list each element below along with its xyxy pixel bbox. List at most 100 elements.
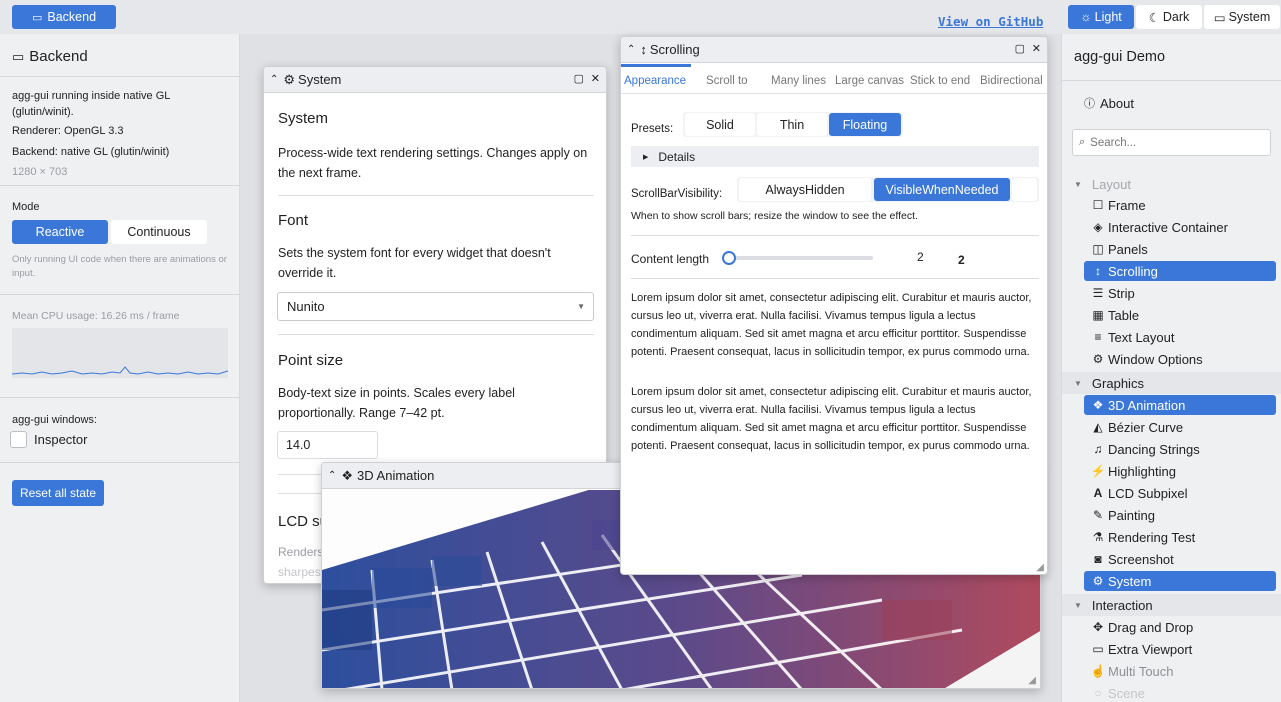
sidebar-item-scrolling[interactable]: ↕ Scrolling [1084, 261, 1276, 281]
github-link[interactable]: View on GitHub [938, 14, 1043, 29]
circle-icon: ○ [1094, 686, 1102, 700]
info-renderer: Renderer: OpenGL 3.3 [12, 125, 124, 137]
sidebar-item-dancing-strings[interactable]: ♫ Dancing Strings [1084, 439, 1276, 459]
visibility-extra-segment[interactable] [1012, 178, 1037, 201]
category-layout[interactable]: ▼ Layout [1062, 173, 1281, 195]
monitor-icon: ▭ [12, 48, 25, 64]
sidebar-item-scene[interactable]: ○ Scene [1084, 683, 1276, 702]
tab-stick-to-end[interactable]: Stick to end [910, 75, 970, 87]
theme-system-button[interactable]: ▭ System [1204, 5, 1280, 29]
preset-solid-button[interactable]: Solid [685, 113, 755, 136]
tab-appearance[interactable]: Appearance [624, 75, 686, 87]
expand-triangle-icon: ▶ [643, 153, 649, 161]
dropdown-arrow-icon: ▼ [577, 302, 585, 311]
reset-state-button[interactable]: Reset all state [12, 480, 104, 506]
close-icon[interactable]: ✕ [1032, 42, 1041, 55]
visibility-when-needed-button[interactable]: VisibleWhenNeeded [874, 178, 1010, 201]
sidebar-item-drag-and-drop[interactable]: ✥ Drag and Drop [1084, 617, 1276, 637]
sidebar-item-extra-viewport[interactable]: ▭ Extra Viewport [1084, 639, 1276, 659]
sidebar-item-bezier-curve[interactable]: ◭ Bézier Curve [1084, 417, 1276, 437]
brush-icon: ✎ [1092, 508, 1104, 522]
sidebar-item-highlighting[interactable]: ⚡ Highlighting [1084, 461, 1276, 481]
scrolling-window: ⌃ ↕ Scrolling ▢ ✕ Appearance Scroll to M… [620, 36, 1048, 575]
sidebar-item-painting[interactable]: ✎ Painting [1084, 505, 1276, 525]
tab-large-canvas[interactable]: Large canvas [835, 75, 904, 87]
sidebar-item-screenshot[interactable]: ◙ Screenshot [1084, 549, 1276, 569]
move-arrows-icon: ✥ [1092, 620, 1104, 634]
maximize-icon[interactable]: ▢ [574, 72, 584, 85]
sidebar-item-window-options[interactable]: ⚙ Window Options [1084, 349, 1276, 369]
about-link[interactable]: ⓘ About [1084, 95, 1134, 111]
inspector-label: Inspector [34, 432, 88, 447]
monitor-icon: ▭ [1092, 642, 1104, 656]
maximize-icon[interactable]: ▢ [1015, 42, 1025, 55]
visibility-hint: When to show scroll bars; resize the win… [631, 210, 918, 222]
presets-label: Presets: [631, 123, 674, 135]
preset-floating-button[interactable]: Floating [829, 113, 901, 136]
arrows-vertical-icon: ↕ [1095, 264, 1101, 278]
columns-icon: ◫ [1092, 242, 1104, 256]
resize-grip-icon[interactable]: ◢ [1028, 675, 1036, 686]
sidebar-title: agg-gui Demo [1074, 49, 1166, 65]
monitor-icon: ▭ [31, 11, 43, 24]
gear-icon: ⚙ [1092, 574, 1104, 588]
sidebar-item-panels[interactable]: ◫ Panels [1084, 239, 1276, 259]
arrows-vertical-icon: ↕ [640, 42, 647, 57]
sidebar-item-frame[interactable]: ☐ Frame [1084, 195, 1276, 215]
content-length-slider-track[interactable] [725, 256, 873, 260]
mode-continuous-button[interactable]: Continuous [111, 220, 207, 244]
lcd-desc-line1: Renders [278, 545, 324, 559]
bars-icon: ☰ [1092, 286, 1104, 300]
tab-bidirectional[interactable]: Bidirectional [980, 75, 1043, 87]
collapse-chevron-icon[interactable]: ⌃ [328, 470, 336, 481]
content-length-slider-thumb[interactable] [722, 251, 736, 265]
search-input[interactable]: ⌕ Search... [1072, 129, 1271, 156]
font-heading: Font [278, 212, 309, 229]
font-select[interactable]: Nunito ▼ [277, 292, 594, 321]
visibility-always-hidden-button[interactable]: AlwaysHidden [739, 178, 871, 201]
sidebar-item-3d-animation[interactable]: ❖ 3D Animation [1084, 395, 1276, 415]
details-collapsible[interactable]: ▶ Details [631, 146, 1039, 167]
square-icon: ☐ [1092, 198, 1104, 212]
sidebar-item-system[interactable]: ⚙ System [1084, 571, 1276, 591]
cubes-icon: ❖ [1092, 398, 1104, 412]
collapse-chevron-icon[interactable]: ⌃ [627, 44, 635, 55]
backend-toggle-button[interactable]: ▭ Backend [12, 5, 116, 29]
preset-thin-button[interactable]: Thin [757, 113, 827, 136]
gear-icon: ⚙ [1092, 352, 1104, 366]
close-icon[interactable]: ✕ [591, 72, 600, 85]
align-left-icon: ≡ [1094, 330, 1102, 344]
collapse-chevron-icon[interactable]: ⌃ [270, 74, 278, 85]
theme-light-button[interactable]: ☼ Light [1068, 5, 1134, 29]
collapse-triangle-icon: ▼ [1074, 600, 1082, 610]
lcd-desc-line2: sharpes [278, 565, 321, 579]
sidebar-item-interactive-container[interactable]: ◈ Interactive Container [1084, 217, 1276, 237]
flask-icon: ⚗ [1092, 530, 1104, 544]
tab-scroll-to[interactable]: Scroll to [706, 75, 748, 87]
point-size-input[interactable]: 14.0 [277, 431, 378, 459]
windows-label: agg-gui windows: [12, 414, 97, 426]
sidebar-item-lcd-subpixel[interactable]: A LCD Subpixel [1084, 483, 1276, 503]
category-graphics[interactable]: ▼ Graphics [1062, 372, 1281, 394]
sidebar-item-table[interactable]: ▦ Table [1084, 305, 1276, 325]
sidebar-item-rendering-test[interactable]: ⚗ Rendering Test [1084, 527, 1276, 547]
content-length-label: Content length [631, 252, 710, 266]
moon-icon: ☾ [1148, 10, 1160, 25]
tab-many-lines[interactable]: Many lines [771, 75, 826, 87]
mode-reactive-button[interactable]: Reactive [12, 220, 108, 244]
backend-panel: ▭ Backend agg-gui running inside native G… [0, 34, 240, 702]
theme-dark-button[interactable]: ☾ Dark [1136, 5, 1202, 29]
collapse-triangle-icon: ▼ [1074, 378, 1082, 388]
info-size: 1280 × 703 [12, 166, 68, 178]
search-icon: ⌕ [1079, 136, 1086, 148]
window-titlebar[interactable]: ⌃ ↕ Scrolling ▢ ✕ [621, 37, 1047, 63]
sidebar-item-text-layout[interactable]: ≡ Text Layout [1084, 327, 1276, 347]
cube-icon: ◈ [1093, 220, 1103, 234]
inspector-checkbox[interactable] [10, 431, 27, 448]
sidebar-item-strip[interactable]: ☰ Strip [1084, 283, 1276, 303]
resize-grip-icon[interactable]: ◢ [1036, 562, 1044, 573]
sidebar-item-multi-touch[interactable]: ☝ Multi Touch [1084, 661, 1276, 681]
category-interaction[interactable]: ▼ Interaction [1062, 594, 1281, 616]
window-titlebar[interactable]: ⌃ ⚙ System ▢ ✕ [264, 67, 606, 93]
content-length-value: 2 [917, 250, 924, 264]
